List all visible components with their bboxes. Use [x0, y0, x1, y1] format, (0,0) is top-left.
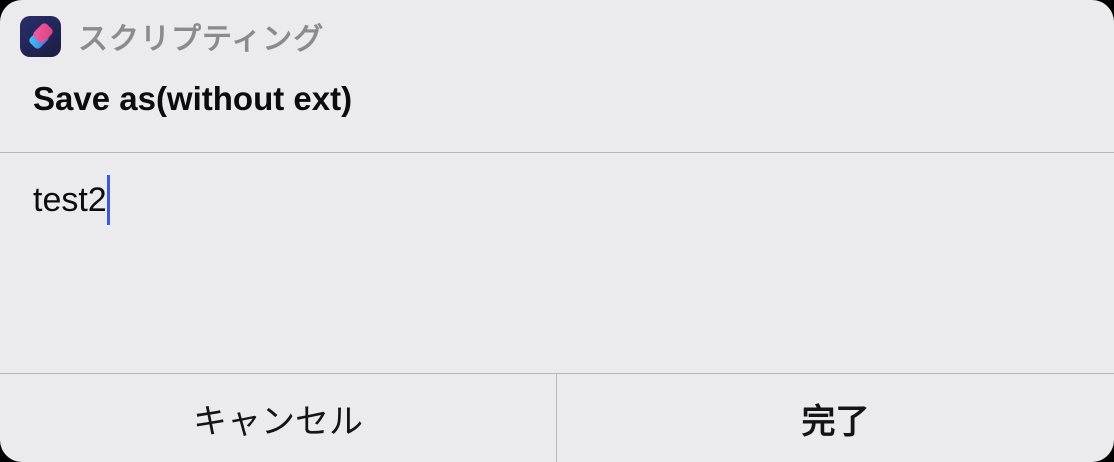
text-input-value: test2 — [33, 181, 107, 219]
text-input-dialog: スクリプティング Save as(without ext) test2 キャンセ… — [0, 0, 1114, 462]
done-button[interactable]: 完了 — [557, 374, 1114, 462]
text-input-content[interactable]: test2 — [33, 175, 110, 225]
text-input-field[interactable]: test2 — [0, 153, 1114, 373]
button-row: キャンセル 完了 — [0, 374, 1114, 462]
text-caret — [106, 175, 110, 225]
cancel-button[interactable]: キャンセル — [0, 374, 556, 462]
shortcuts-app-icon — [20, 15, 61, 57]
app-header: スクリプティング — [20, 15, 324, 57]
app-name: スクリプティング — [78, 22, 325, 57]
prompt-title: Save as(without ext) — [33, 80, 353, 117]
